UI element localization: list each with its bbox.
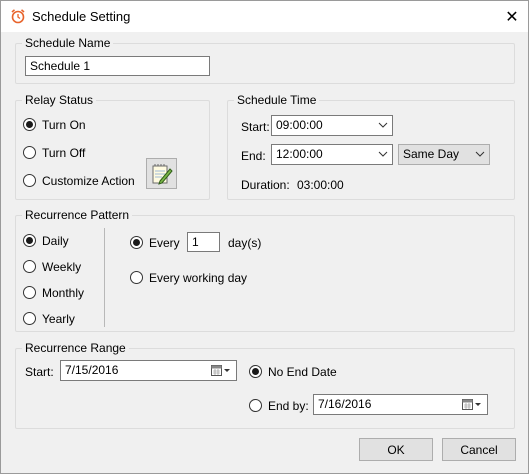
ok-button[interactable]: OK [359, 438, 433, 461]
every-days-input[interactable]: 1 [187, 232, 220, 252]
relay-status-label: Relay Status [22, 93, 97, 107]
no-end-date-label[interactable]: No End Date [268, 365, 337, 379]
duration-label: Duration: [241, 178, 290, 192]
recurrence-pattern-label: Recurrence Pattern [22, 208, 133, 222]
chevron-down-icon [475, 151, 485, 157]
weekly-label[interactable]: Weekly [42, 260, 81, 274]
yearly-radio[interactable] [23, 312, 36, 325]
end-time-picker[interactable]: 12:00:00 [271, 144, 393, 165]
close-button[interactable]: ✕ [502, 7, 522, 27]
start-time-value: 09:00:00 [276, 118, 323, 132]
end-by-date-picker[interactable]: 7/16/2016 [313, 394, 488, 415]
turn-off-label[interactable]: Turn Off [42, 146, 85, 160]
schedule-time-label: Schedule Time [234, 93, 320, 107]
daily-radio[interactable] [23, 234, 36, 247]
schedule-name-label: Schedule Name [22, 36, 114, 50]
turn-on-radio[interactable] [23, 118, 36, 131]
chevron-down-icon [224, 369, 230, 372]
notepad-pencil-icon [152, 164, 173, 185]
every-n-days-radio[interactable] [130, 236, 143, 249]
daily-label[interactable]: Daily [42, 234, 69, 248]
weekly-radio[interactable] [23, 260, 36, 273]
days-unit-label: day(s) [228, 236, 262, 250]
alarm-clock-icon [11, 9, 25, 24]
close-icon: ✕ [505, 9, 519, 26]
end-by-value: 7/16/2016 [318, 397, 372, 411]
range-start-value: 7/15/2016 [65, 363, 119, 377]
customize-action-label[interactable]: Customize Action [42, 174, 135, 188]
yearly-label[interactable]: Yearly [42, 312, 75, 326]
end-by-radio[interactable] [249, 399, 262, 412]
recurrence-range-label: Recurrence Range [22, 341, 129, 355]
pattern-divider [104, 228, 105, 327]
end-time-label: End: [241, 149, 266, 163]
chevron-down-icon [378, 122, 388, 128]
chevron-down-icon [378, 151, 388, 157]
start-time-label: Start: [241, 120, 270, 134]
schedule-name-input[interactable]: Schedule 1 [25, 56, 210, 76]
end-day-dropdown[interactable]: Same Day [398, 144, 490, 165]
every-working-day-label[interactable]: Every working day [149, 271, 247, 285]
recurrence-pattern-group: Recurrence Pattern [15, 208, 515, 332]
end-time-value: 12:00:00 [276, 147, 323, 161]
duration-value: 03:00:00 [297, 178, 344, 192]
end-day-value: Same Day [403, 147, 460, 161]
schedule-setting-dialog: Schedule Setting ✕ Schedule Name Schedul… [0, 0, 529, 474]
turn-off-radio[interactable] [23, 146, 36, 159]
cancel-button[interactable]: Cancel [442, 438, 516, 461]
turn-on-label[interactable]: Turn On [42, 118, 86, 132]
calendar-icon [462, 399, 473, 410]
monthly-label[interactable]: Monthly [42, 286, 84, 300]
every-working-day-radio[interactable] [130, 271, 143, 284]
start-time-picker[interactable]: 09:00:00 [271, 115, 393, 136]
every-label[interactable]: Every [149, 236, 180, 250]
monthly-radio[interactable] [23, 286, 36, 299]
customize-action-button[interactable] [146, 158, 177, 189]
chevron-down-icon [475, 403, 481, 406]
calendar-icon [211, 365, 222, 376]
title-bar: Schedule Setting ✕ [1, 1, 528, 32]
window-title: Schedule Setting [32, 9, 131, 24]
customize-action-radio[interactable] [23, 174, 36, 187]
end-by-label[interactable]: End by: [268, 399, 309, 413]
range-start-date-picker[interactable]: 7/15/2016 [60, 360, 237, 381]
no-end-date-radio[interactable] [249, 365, 262, 378]
range-start-label: Start: [25, 365, 54, 379]
